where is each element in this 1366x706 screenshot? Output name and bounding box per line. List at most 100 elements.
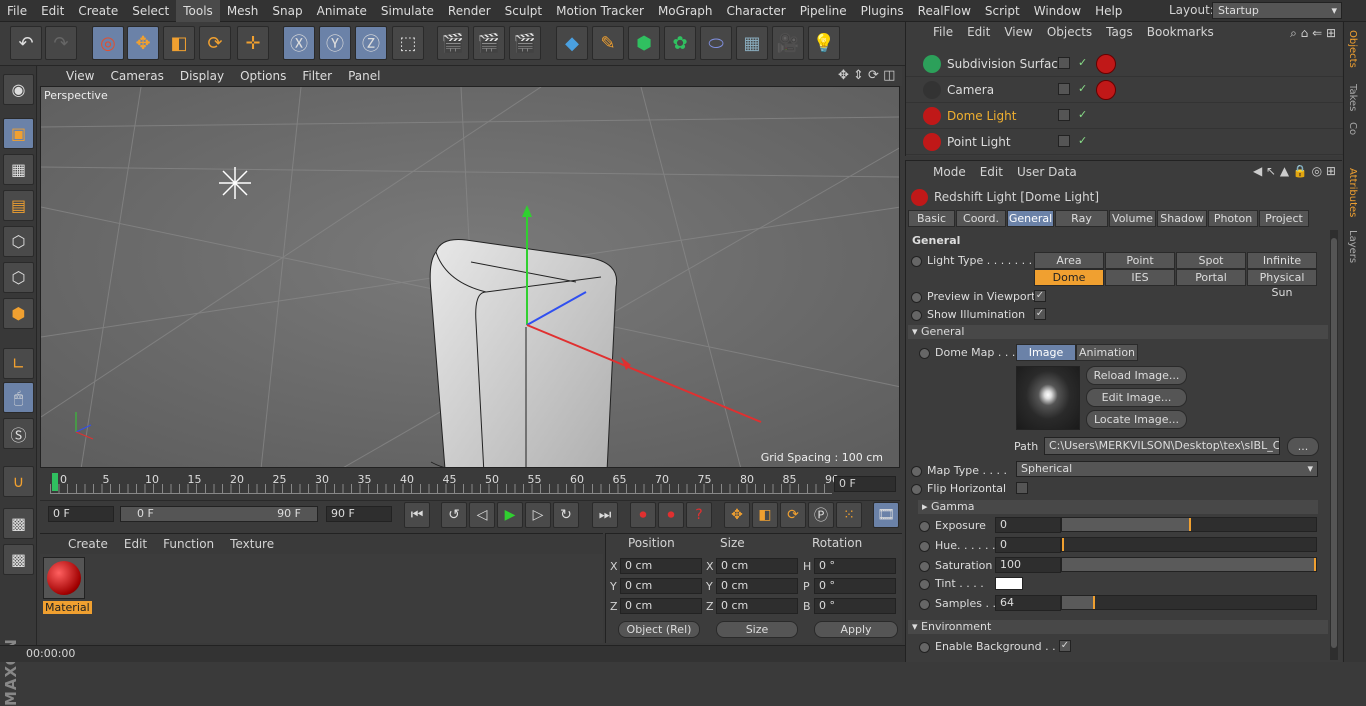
tab-content[interactable]: Co <box>1347 122 1358 135</box>
axis-mode-icon[interactable]: ∟ <box>3 348 34 379</box>
tint-swatch[interactable] <box>995 577 1023 590</box>
go-to-start-icon[interactable]: ⏮ <box>404 502 430 528</box>
workplane-icon[interactable]: ▤ <box>3 190 34 221</box>
saturation-field[interactable]: 100 <box>995 557 1061 573</box>
key-parameter-icon[interactable]: Ⓟ <box>808 502 834 528</box>
light-type-radio[interactable] <box>911 255 922 267</box>
edit-image-button[interactable]: Edit Image... <box>1086 388 1187 407</box>
object-name[interactable]: Point Light <box>947 135 1011 149</box>
menu-item-character[interactable]: Character <box>719 0 792 22</box>
material-menu-function[interactable]: Function <box>155 537 222 551</box>
texture-mode-icon[interactable]: ▦ <box>3 154 34 185</box>
tab-objects[interactable]: Objects <box>1347 30 1358 68</box>
object-enabled-check[interactable]: ✓ <box>1078 134 1087 147</box>
attribute-menu-mode[interactable]: Mode <box>926 165 973 179</box>
hue-slider[interactable] <box>1061 537 1317 552</box>
illum-radio[interactable] <box>911 309 922 321</box>
attr-tab-basic[interactable]: Basic <box>908 210 955 227</box>
object-search-icons[interactable]: ⌕ ⌂ ⇐ ⊞ <box>1290 26 1336 41</box>
snap-icon[interactable]: Ⓢ <box>3 418 34 449</box>
x-axis-icon[interactable]: Ⓧ <box>283 26 315 60</box>
coord-size-dropdown[interactable]: Size <box>716 621 798 638</box>
material-menu-edit[interactable]: Edit <box>116 537 155 551</box>
reload-image-button[interactable]: Reload Image... <box>1086 366 1187 385</box>
menu-item-mograph[interactable]: MoGraph <box>651 0 720 22</box>
object-row[interactable]: Point Light ✓ <box>906 129 1343 155</box>
key-scale-icon[interactable]: ◧ <box>752 502 778 528</box>
object-visibility[interactable] <box>1058 57 1070 69</box>
menu-item-edit[interactable]: Edit <box>34 0 71 22</box>
previous-key-icon[interactable]: ↺ <box>441 502 467 528</box>
autokey-icon[interactable]: ⏺ <box>658 502 684 528</box>
object-name[interactable]: Subdivision Surface <box>947 57 1065 71</box>
key-pla-icon[interactable]: ⁙ <box>836 502 862 528</box>
key-rotation-icon[interactable]: ⟳ <box>780 502 806 528</box>
cube-icon[interactable]: ◆ <box>556 26 588 60</box>
object-row[interactable]: Dome Light ✓ <box>906 103 1343 129</box>
key-position-icon[interactable]: ✥ <box>724 502 750 528</box>
illum-checkbox[interactable]: ✓ <box>1034 308 1046 320</box>
exposure-slider[interactable] <box>1061 517 1317 532</box>
object-visibility[interactable] <box>1058 109 1070 121</box>
redo-icon[interactable]: ↷ <box>45 26 77 60</box>
path-field[interactable]: C:\Users\MERKVILSON\Desktop\tex\sIBL_Col <box>1044 437 1280 455</box>
object-visibility[interactable] <box>1058 83 1070 95</box>
viewport-menu-display[interactable]: Display <box>172 69 232 83</box>
object-row[interactable]: Subdivision Surface ✓ <box>906 51 1343 77</box>
end-frame-field[interactable]: 90 F <box>326 506 392 522</box>
samples-slider[interactable] <box>1061 595 1317 610</box>
menu-item-window[interactable]: Window <box>1027 0 1088 22</box>
material-menu-create[interactable]: Create <box>60 537 116 551</box>
object-enabled-check[interactable]: ✓ <box>1078 82 1087 95</box>
animation-tab[interactable]: Animation <box>1076 344 1138 361</box>
points-mode-icon[interactable]: ⬡ <box>3 226 34 257</box>
frame-range-slider[interactable]: 0 F 90 F <box>120 506 318 522</box>
menu-item-help[interactable]: Help <box>1088 0 1129 22</box>
attr-tab-project[interactable]: Project <box>1259 210 1309 227</box>
polygons-mode-icon[interactable]: ⬢ <box>3 298 34 329</box>
material-menu-texture[interactable]: Texture <box>222 537 282 551</box>
y-axis-icon[interactable]: Ⓨ <box>319 26 351 60</box>
dome-map-thumbnail[interactable] <box>1016 366 1080 430</box>
live-selection-icon[interactable]: ◎ <box>92 26 124 60</box>
pen-icon[interactable]: ✎ <box>592 26 624 60</box>
light-type-portal[interactable]: Portal <box>1176 269 1246 286</box>
tint-radio[interactable] <box>919 578 930 590</box>
timeline-ruler[interactable]: 0 5 10 15 20 25 30 35 40 45 50 55 60 65 70 75 80 85 90 <box>40 470 900 500</box>
menu-item-simulate[interactable]: Simulate <box>374 0 441 22</box>
menu-item-mesh[interactable]: Mesh <box>220 0 266 22</box>
coord-mode-dropdown[interactable]: Object (Rel) <box>618 621 700 638</box>
menu-item-motion-tracker[interactable]: Motion Tracker <box>549 0 651 22</box>
render-picture-viewer-icon[interactable]: 🎬 <box>473 26 505 60</box>
coord-field-r[interactable]: 0 ° <box>814 598 896 614</box>
viewport-menu-panel[interactable]: Panel <box>340 69 388 83</box>
recent-tool-icon[interactable]: ✛ <box>237 26 269 60</box>
attr-tab-coord[interactable]: Coord. <box>956 210 1006 227</box>
coord-field-r[interactable]: 0 ° <box>814 558 896 574</box>
section-environment[interactable]: ▾ Environment <box>908 620 1328 634</box>
enable-bg-radio[interactable] <box>919 641 930 653</box>
rotate-icon[interactable]: ⟳ <box>199 26 231 60</box>
menu-item-render[interactable]: Render <box>441 0 498 22</box>
attribute-nav-icons[interactable]: ◀ ↖ ▲ 🔒 ◎ ⊞ <box>1253 164 1336 178</box>
viewport-menu-filter[interactable]: Filter <box>294 69 340 83</box>
menu-item-animate[interactable]: Animate <box>310 0 374 22</box>
menu-item-realflow[interactable]: RealFlow <box>911 0 978 22</box>
coord-field-s[interactable]: 0 cm <box>716 558 798 574</box>
object-menu-edit[interactable]: Edit <box>960 25 997 39</box>
play-icon[interactable]: ▶ <box>497 502 523 528</box>
light-type-physical-sun[interactable]: Physical Sun <box>1247 269 1317 299</box>
floor-icon[interactable]: ▦ <box>736 26 768 60</box>
path-browse-button[interactable]: ... <box>1287 437 1319 456</box>
object-menu-view[interactable]: View <box>997 25 1039 39</box>
coord-field-s[interactable]: 0 cm <box>716 598 798 614</box>
current-frame-field[interactable]: 0 F <box>834 476 896 492</box>
coordinate-system-icon[interactable]: ⬚ <box>392 26 424 60</box>
flip-checkbox[interactable] <box>1016 482 1028 494</box>
next-frame-icon[interactable]: ▷ <box>525 502 551 528</box>
material-thumbnail[interactable] <box>43 557 85 599</box>
light-type-dome[interactable]: Dome <box>1034 269 1104 286</box>
object-name[interactable]: Dome Light <box>947 109 1016 123</box>
undo-icon[interactable]: ↶ <box>10 26 42 60</box>
exposure-radio[interactable] <box>919 520 930 532</box>
